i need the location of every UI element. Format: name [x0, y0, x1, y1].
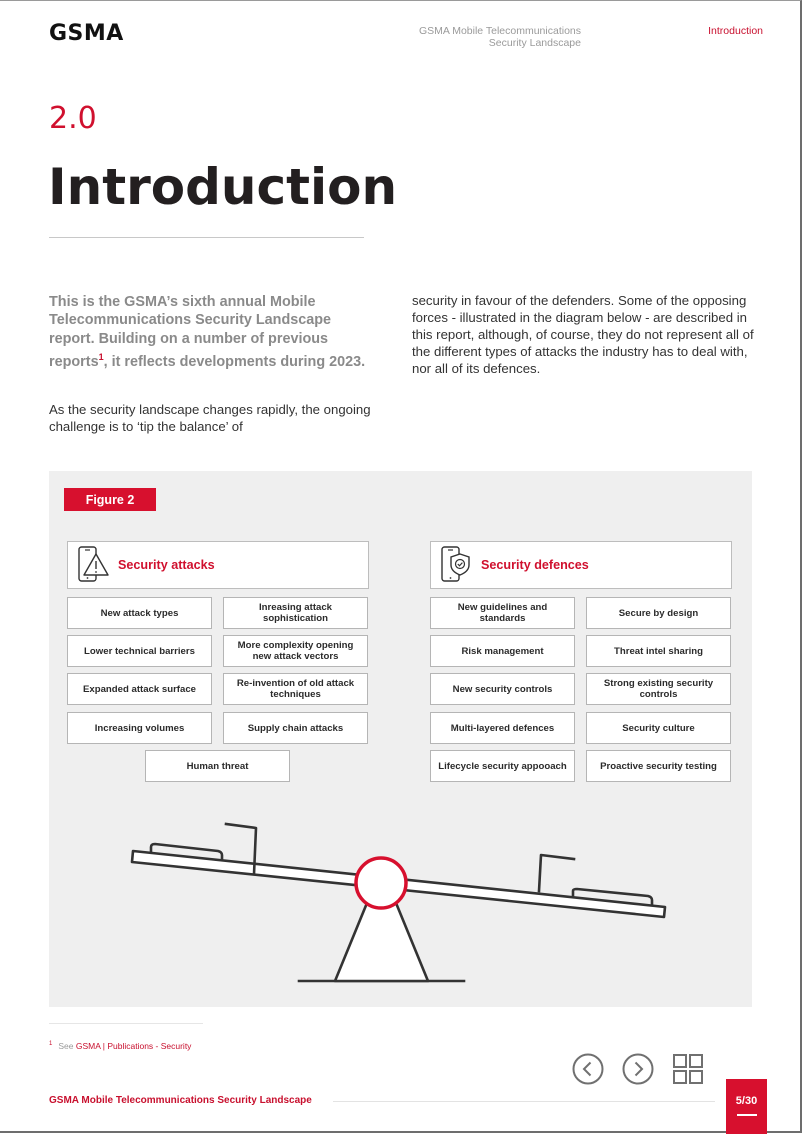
security-attacks-header: Security attacks [67, 541, 369, 589]
body-paragraph-2: security in favour of the defenders. Som… [412, 293, 754, 376]
security-defences-title: Security defences [481, 558, 589, 572]
attack-item: Supply chain attacks [223, 712, 368, 744]
header-doc-title-line2: Security Landscape [488, 37, 581, 49]
defence-item: Secure by design [586, 597, 731, 629]
security-attacks-title: Security attacks [118, 558, 215, 572]
attack-item: Human threat [145, 750, 290, 782]
seesaw-icon [130, 822, 667, 983]
attack-item: Re-invention of old attack techniques [223, 673, 368, 705]
lead-text-end: , it reflects developments during 2023. [103, 353, 366, 370]
attack-item: Increasing volumes [67, 712, 212, 744]
attack-item: New attack types [67, 597, 212, 629]
phone-warning-icon [78, 546, 109, 582]
section-number: 2.0 [49, 101, 97, 136]
lead-paragraph: This is the GSMA’s sixth annual Mobile T… [49, 293, 369, 371]
header-doc-title-line1: GSMA Mobile Telecommunications [418, 25, 581, 37]
attack-item: Inreasing attack sophistication [223, 597, 368, 629]
footnote-divider [49, 1023, 203, 1024]
defence-item: Proactive security testing [586, 750, 731, 782]
gsma-logo: GSMA [49, 21, 124, 46]
defence-item: Strong existing security controls [586, 673, 731, 705]
page-badge-bar [736, 1114, 757, 1116]
defence-item: Multi-layered defences [430, 712, 575, 744]
footnote-number: 1 [49, 1041, 53, 1048]
body-paragraph-1: As the security landscape changes rapidl… [49, 402, 371, 434]
attack-item: More complexity opening new attack vecto… [223, 635, 368, 667]
security-defences-header: Security defences [430, 541, 732, 589]
attack-item: Expanded attack surface [67, 673, 212, 705]
defence-item: New guidelines and standards [430, 597, 575, 629]
defence-item: Threat intel sharing [586, 635, 731, 667]
attack-item: Lower technical barriers [67, 635, 212, 667]
grid-icon[interactable] [672, 1053, 704, 1085]
page-number: 5/30 [735, 1095, 758, 1107]
defence-item: Risk management [430, 635, 575, 667]
figure-label: Figure 2 [64, 488, 156, 511]
footer-divider [333, 1101, 715, 1102]
page-number-badge: 5/30 [726, 1079, 767, 1134]
chevron-left-icon[interactable] [572, 1053, 604, 1085]
footnote-prefix: See [58, 1041, 74, 1051]
header-section-link[interactable]: Introduction [690, 25, 763, 37]
footnote-link[interactable]: GSMA | Publications - Security [76, 1041, 192, 1051]
footer-doc-title: GSMA Mobile Telecommunications Security … [49, 1095, 312, 1106]
phone-shield-icon [441, 546, 470, 582]
footnote: 1 See GSMA | Publications - Security [49, 1041, 191, 1051]
header-doc-title: GSMA Mobile Telecommunications Security … [380, 25, 581, 49]
defence-item: Security culture [586, 712, 731, 744]
page-title: Introduction [48, 158, 398, 216]
defence-item: New security controls [430, 673, 575, 705]
defence-item: Lifecycle security appooach [430, 750, 575, 782]
chevron-right-icon[interactable] [622, 1053, 654, 1085]
title-divider [49, 237, 364, 238]
